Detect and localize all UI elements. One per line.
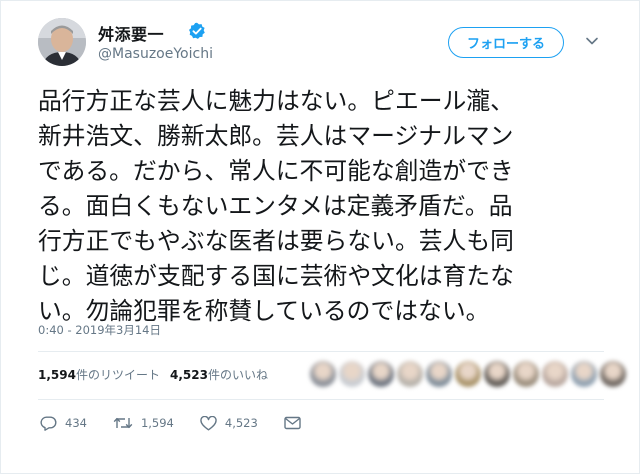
tweet-header: 舛添要一 @MasuzoeYoichi フォローする xyxy=(38,14,612,70)
tweet-text-line: じ。道徳が支配する国に芸術や文化は育たな xyxy=(38,262,514,290)
liker-avatar[interactable] xyxy=(571,361,597,387)
direct-message-icon xyxy=(284,416,301,430)
tweet-text-line: である。だから、常人に不可能な創造ができ xyxy=(38,157,514,185)
reply-button[interactable]: 434 xyxy=(40,415,87,431)
retweet-stat[interactable]: 1,594件のリツイート xyxy=(38,368,160,382)
chevron-down-icon[interactable] xyxy=(585,36,599,46)
liker-avatar[interactable] xyxy=(426,361,452,387)
like-button[interactable]: 4,523 xyxy=(200,415,258,431)
retweet-button[interactable]: 1,594 xyxy=(113,416,174,430)
heart-icon xyxy=(200,415,217,430)
follow-button[interactable]: フォローする xyxy=(448,27,564,58)
retweet-count: 1,594 xyxy=(38,368,76,382)
liker-avatar[interactable] xyxy=(542,361,568,387)
reply-count: 434 xyxy=(65,416,87,430)
liker-avatar[interactable] xyxy=(310,361,336,387)
tweet-timestamp[interactable]: 0:40 - 2019年3月14日 xyxy=(38,322,161,338)
like-action-count: 4,523 xyxy=(224,416,258,430)
liker-avatars[interactable] xyxy=(310,361,626,387)
direct-message-button[interactable] xyxy=(284,416,309,430)
reply-icon xyxy=(40,415,57,431)
tweet-text-line: 行方正でもやぶな医者は要らない。芸人も同 xyxy=(38,227,514,255)
display-name[interactable]: 舛添要一 xyxy=(98,21,164,45)
liker-avatar[interactable] xyxy=(484,361,510,387)
tweet-text-line: 品行方正な芸人に魅力はない。ピエール瀧、 xyxy=(38,87,514,115)
liker-avatar[interactable] xyxy=(397,361,423,387)
liker-avatar[interactable] xyxy=(339,361,365,387)
divider xyxy=(38,399,604,400)
user-handle[interactable]: @MasuzoeYoichi xyxy=(98,46,213,62)
liker-avatar[interactable] xyxy=(368,361,394,387)
retweet-icon xyxy=(113,417,133,429)
tweet-text: 品行方正な芸人に魅力はない。ピエール瀧、 新井浩文、勝新太郎。芸人はマージナルマ… xyxy=(38,84,604,329)
retweet-action-count: 1,594 xyxy=(140,416,174,430)
avatar[interactable] xyxy=(38,18,86,66)
liker-avatar[interactable] xyxy=(513,361,539,387)
tweet-actions: 434 1,594 4,523 xyxy=(40,412,309,434)
like-stat[interactable]: 4,523件のいいね xyxy=(170,368,268,382)
tweet-text-line: 新井浩文、勝新太郎。芸人はマージナルマン xyxy=(38,122,514,150)
like-stat-label: 件のいいね xyxy=(207,368,268,382)
verified-badge-icon xyxy=(189,22,205,39)
divider xyxy=(38,351,604,352)
liker-avatar[interactable] xyxy=(600,361,626,387)
engagement-stats: 1,594件のリツイート 4,523件のいいね xyxy=(38,366,268,383)
liker-avatar[interactable] xyxy=(455,361,481,387)
retweet-stat-label: 件のリツイート xyxy=(75,368,160,382)
like-count: 4,523 xyxy=(169,368,208,382)
tweet-text-line: る。面白くもないエンタメは定義矛盾だ。品 xyxy=(38,192,513,220)
